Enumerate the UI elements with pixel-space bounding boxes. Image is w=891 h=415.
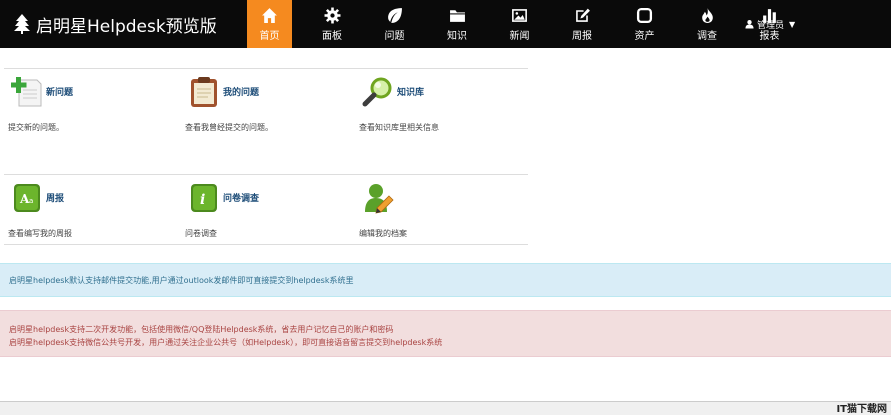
new-issue-icon — [11, 77, 42, 107]
tile-my-issues[interactable]: 我的问题 查看我曾经提交的问题。 — [181, 69, 351, 174]
nav-assets[interactable]: 资产 — [622, 0, 667, 48]
nav-news-label: 新闻 — [509, 30, 530, 42]
folder-icon — [449, 9, 465, 22]
feature-alert-line-1: 启明星helpdesk支持二次开发功能，包括使用微信/QQ登陆Helpdesk系… — [9, 325, 394, 334]
nav-survey-label: 调查 — [697, 30, 717, 42]
tile-my-issues-desc: 查看我曾经提交的问题。 — [185, 123, 273, 132]
edit-icon — [575, 8, 590, 22]
tile-new-issue[interactable]: 新问题 提交新的问题。 — [4, 69, 174, 174]
profile-edit-icon — [365, 184, 394, 214]
nav-issues[interactable]: 问题 — [372, 0, 417, 48]
nav-assets-label: 资产 — [634, 30, 655, 42]
square-icon — [636, 7, 653, 23]
tile-row-1: 新问题 提交新的问题。 我的问题 查看我曾经提交的问题。 知识库 查看知识库里相… — [4, 68, 528, 174]
watermark-logo: IT猫下载网 — [836, 401, 887, 415]
weekly-report-icon: A a — [14, 184, 40, 212]
info-alert: 启明星helpdesk默认支持邮件提交功能,用户通过outlook发邮件即可直接… — [0, 263, 891, 297]
user-icon — [745, 20, 754, 29]
info-alert-text: 启明星helpdesk默认支持邮件提交功能,用户通过outlook发邮件即可直接… — [9, 275, 354, 285]
watermark-text: IT猫下载网 — [836, 404, 887, 415]
gear-icon — [324, 7, 340, 23]
brand[interactable]: 启明星Helpdesk预览版 — [14, 0, 217, 48]
tile-weekly[interactable]: A a 周报 查看编写我的周报 — [4, 175, 174, 244]
fire-icon — [701, 7, 713, 23]
nav-home-label: 首页 — [259, 30, 280, 42]
tile-weekly-title[interactable]: 周报 — [46, 191, 64, 204]
nav-knowledge[interactable]: 知识 — [435, 0, 480, 48]
user-menu[interactable]: 管理员 ▼ — [745, 0, 795, 48]
tile-new-issue-title[interactable]: 新问题 — [46, 85, 73, 98]
clipboard-icon — [191, 77, 217, 107]
svg-text:a: a — [29, 197, 33, 205]
tile-profile-desc: 编辑我的档案 — [359, 229, 407, 238]
user-name: 管理员 — [757, 20, 785, 31]
tile-knowledge[interactable]: 知识库 查看知识库里相关信息 — [355, 69, 525, 174]
picture-icon — [512, 8, 527, 22]
tree-icon — [14, 14, 30, 34]
tile-weekly-desc: 查看编写我的周报 — [8, 229, 72, 238]
nav-issues-label: 问题 — [384, 30, 405, 42]
caret-down-icon: ▼ — [789, 19, 796, 29]
svg-text:i: i — [200, 192, 205, 208]
nav-panel[interactable]: 面板 — [310, 0, 355, 48]
nav-news[interactable]: 新闻 — [497, 0, 542, 48]
brand-title: 启明星Helpdesk预览版 — [36, 16, 217, 37]
nav-home[interactable]: 首页 — [247, 0, 292, 48]
tile-survey[interactable]: i 问卷调查 问卷调查 — [181, 175, 351, 244]
survey-icon: i — [191, 184, 217, 212]
footer-strip — [0, 401, 891, 415]
quick-access-tiles: 新问题 提交新的问题。 我的问题 查看我曾经提交的问题。 知识库 查看知识库里相… — [4, 68, 528, 245]
tile-knowledge-title[interactable]: 知识库 — [397, 85, 424, 98]
nav-weekly-label: 周报 — [572, 30, 592, 42]
feature-alert: 启明星helpdesk支持二次开发功能，包括使用微信/QQ登陆Helpdesk系… — [0, 310, 891, 357]
feature-alert-line-2: 启明星helpdesk支持微信公共号开发，用户通过关注企业公共号（如Helpde… — [9, 338, 443, 347]
tile-profile[interactable]: 编辑我的档案 — [355, 175, 525, 244]
top-navbar: 启明星Helpdesk预览版 首页 面板 问题 知识 新闻 周报 资产 调查 报… — [0, 0, 891, 48]
tile-survey-desc: 问卷调查 — [185, 229, 217, 238]
tile-new-issue-desc: 提交新的问题。 — [8, 123, 64, 132]
nav-weekly[interactable]: 周报 — [560, 0, 605, 48]
tile-row-2: A a 周报 查看编写我的周报 i 问卷调查 问卷调查 编辑我的档案 — [4, 174, 528, 245]
tile-my-issues-title[interactable]: 我的问题 — [223, 85, 259, 98]
tile-survey-title[interactable]: 问卷调查 — [223, 191, 259, 204]
magnifier-icon — [362, 77, 392, 107]
nav-knowledge-label: 知识 — [447, 30, 467, 42]
tile-knowledge-desc: 查看知识库里相关信息 — [359, 123, 439, 132]
nav-survey[interactable]: 调查 — [685, 0, 730, 48]
leaf-icon — [388, 7, 402, 23]
main-nav: 首页 面板 问题 知识 新闻 周报 资产 调查 报表 — [247, 0, 810, 48]
home-icon — [262, 7, 277, 23]
nav-panel-label: 面板 — [322, 30, 342, 42]
